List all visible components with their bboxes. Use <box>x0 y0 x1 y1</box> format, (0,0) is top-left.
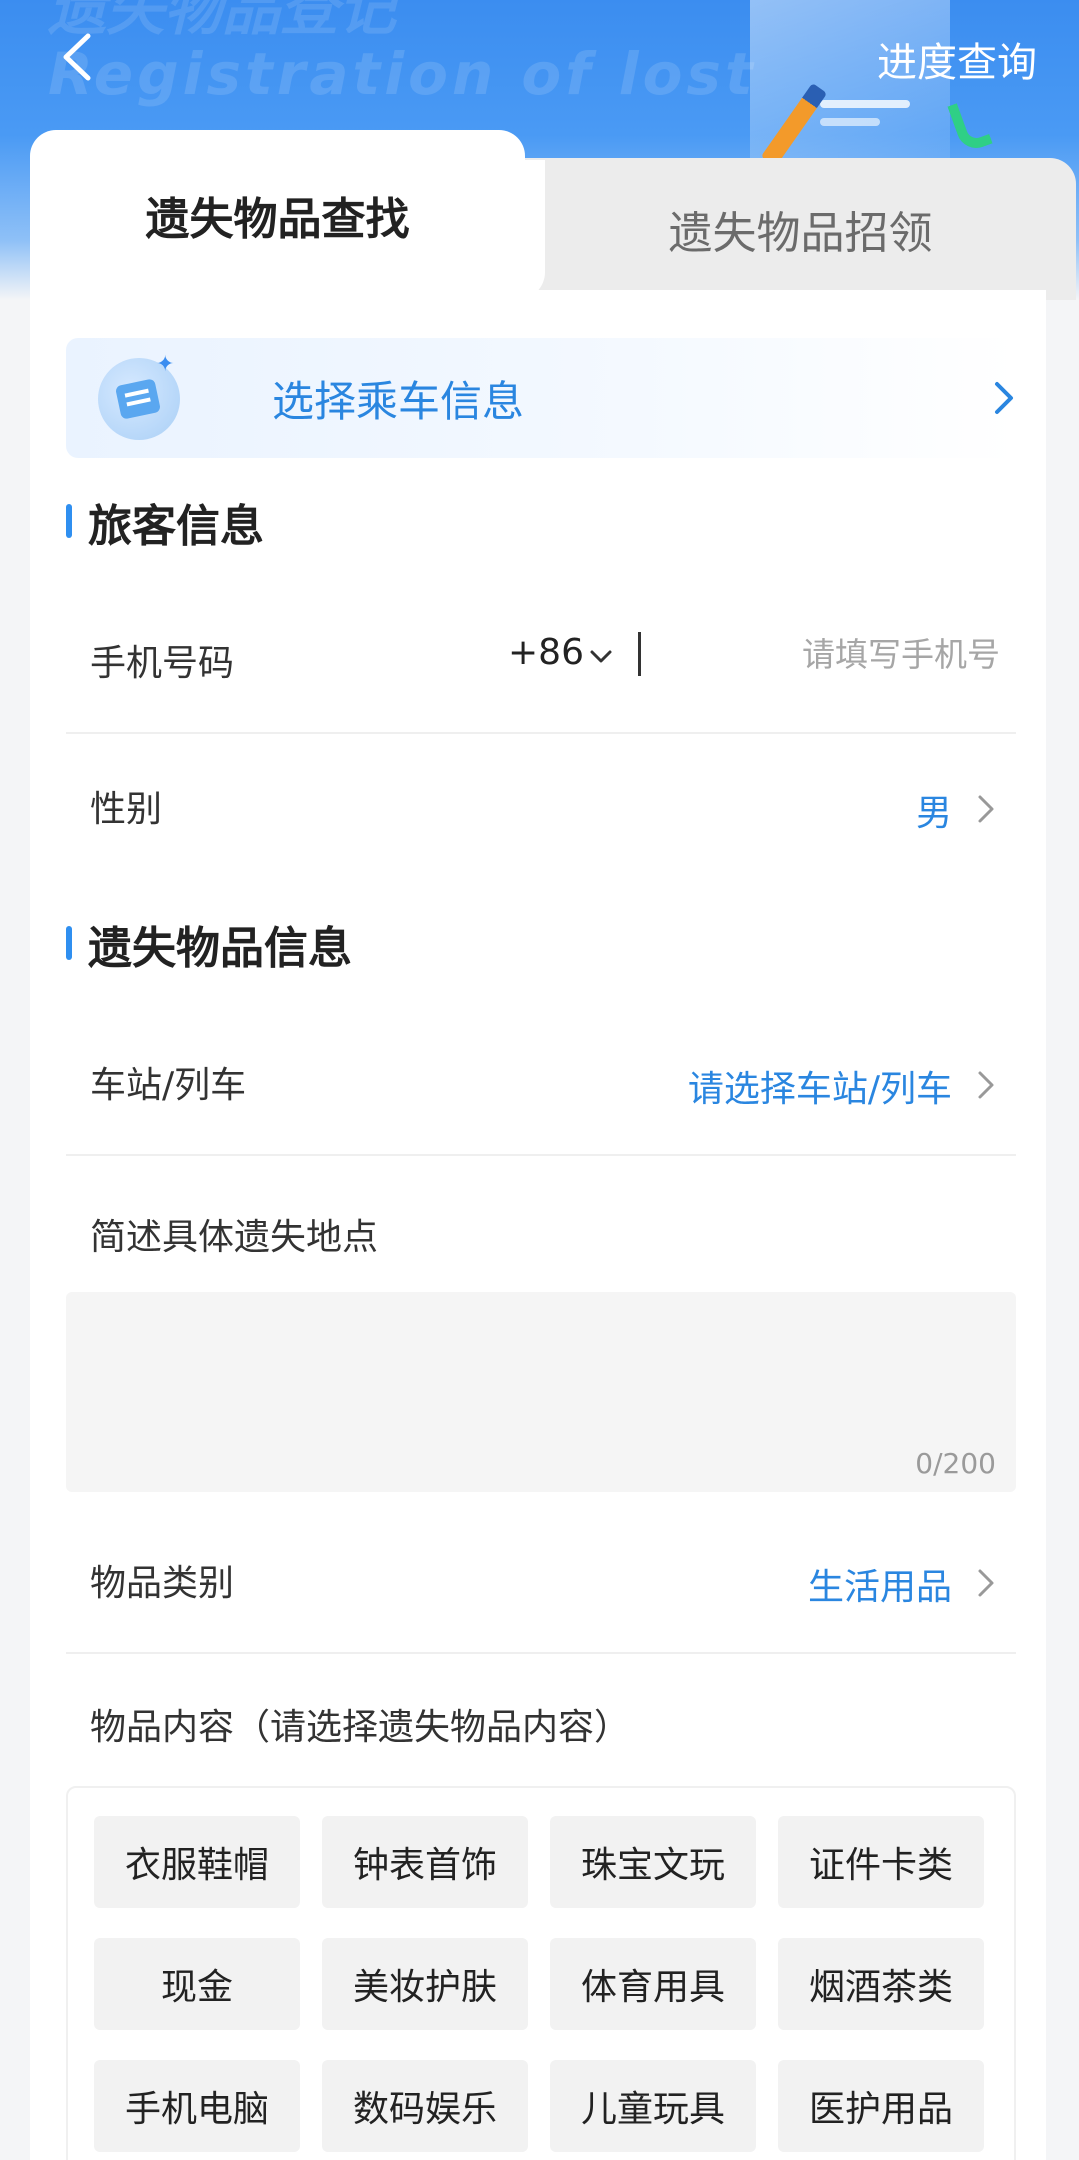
item-section-title: 遗失物品信息 <box>66 912 352 976</box>
chevron-down-icon[interactable] <box>588 648 614 666</box>
chip-item[interactable]: 现金 <box>94 1938 300 2030</box>
category-value: 生活用品 <box>807 1567 952 1608</box>
chip-item[interactable]: 数码娱乐 <box>322 2060 528 2152</box>
gender-value: 男 <box>915 793 952 834</box>
chip-item[interactable]: 烟酒茶类 <box>778 1938 984 2030</box>
ride-info-label: 选择乘车信息 <box>272 377 525 426</box>
chip-item[interactable]: 珠宝文玩 <box>550 1816 756 1908</box>
chip-item[interactable]: 钟表首饰 <box>322 1816 528 1908</box>
chip-item[interactable]: 衣服鞋帽 <box>94 1816 300 1908</box>
chip-item[interactable]: 医护用品 <box>778 2060 984 2152</box>
tab-label: 遗失物品招领 <box>668 208 933 259</box>
tab-lost-item-claim[interactable]: 遗失物品招领 <box>505 158 1076 300</box>
ticket-document-icon: ✦ <box>98 352 180 440</box>
station-row[interactable]: 车站/列车 请选择车站/列车 <box>66 1010 1016 1156</box>
chip-item[interactable]: 美妆护肤 <box>322 1938 528 2030</box>
select-ride-info-button[interactable]: ✦ 选择乘车信息 <box>66 338 1016 458</box>
country-code-select[interactable]: +86 <box>508 632 584 673</box>
chip-item[interactable]: 证件卡类 <box>778 1816 984 1908</box>
passenger-section-title: 旅客信息 <box>66 490 264 554</box>
gender-row[interactable]: 性别 男 <box>66 734 1016 880</box>
hero-ghost-text: Registration of lost <box>48 40 757 108</box>
chevron-right-icon <box>978 1569 994 1597</box>
item-content-chips: 衣服鞋帽 钟表首饰 珠宝文玩 证件卡类 现金 美妆护肤 体育用具 烟酒茶类 手机… <box>66 1786 1016 2160</box>
chevron-right-icon <box>995 382 1013 414</box>
tab-bar: 遗失物品招领 遗失物品查找 <box>30 130 1076 300</box>
chip-item[interactable]: 儿童玩具 <box>550 2060 756 2152</box>
chip-item[interactable]: 体育用具 <box>550 1938 756 2030</box>
item-content-label: 物品内容（请选择遗失物品内容） <box>90 1707 631 1748</box>
chip-item[interactable]: 手机电脑 <box>94 2060 300 2152</box>
chevron-right-icon <box>978 795 994 823</box>
tab-lost-item-search[interactable]: 遗失物品查找 <box>30 130 525 300</box>
phone-input[interactable] <box>700 628 1000 680</box>
form-card: ✦ 选择乘车信息 旅客信息 手机号码 +86 性别 男 遗失物品信息 车站/列车… <box>30 290 1046 2160</box>
location-textarea[interactable] <box>66 1292 1016 1492</box>
category-label: 物品类别 <box>90 1563 235 1604</box>
back-button[interactable] <box>52 32 102 82</box>
station-label: 车站/列车 <box>90 1065 247 1106</box>
char-counter: 0/200 <box>915 1447 996 1480</box>
station-value: 请选择车站/列车 <box>687 1069 952 1110</box>
location-textarea-box: 0/200 <box>66 1292 1016 1492</box>
input-divider <box>638 632 641 676</box>
chevron-right-icon <box>978 1071 994 1099</box>
phone-label: 手机号码 <box>90 643 235 684</box>
gender-label: 性别 <box>90 789 163 830</box>
tab-label: 遗失物品查找 <box>145 194 410 245</box>
progress-query-link[interactable]: 进度查询 <box>877 30 1037 88</box>
category-row[interactable]: 物品类别 生活用品 <box>66 1508 1016 1654</box>
phone-row: 手机号码 +86 <box>66 588 1016 734</box>
chevron-left-icon <box>63 33 91 81</box>
location-label: 简述具体遗失地点 <box>90 1217 379 1258</box>
